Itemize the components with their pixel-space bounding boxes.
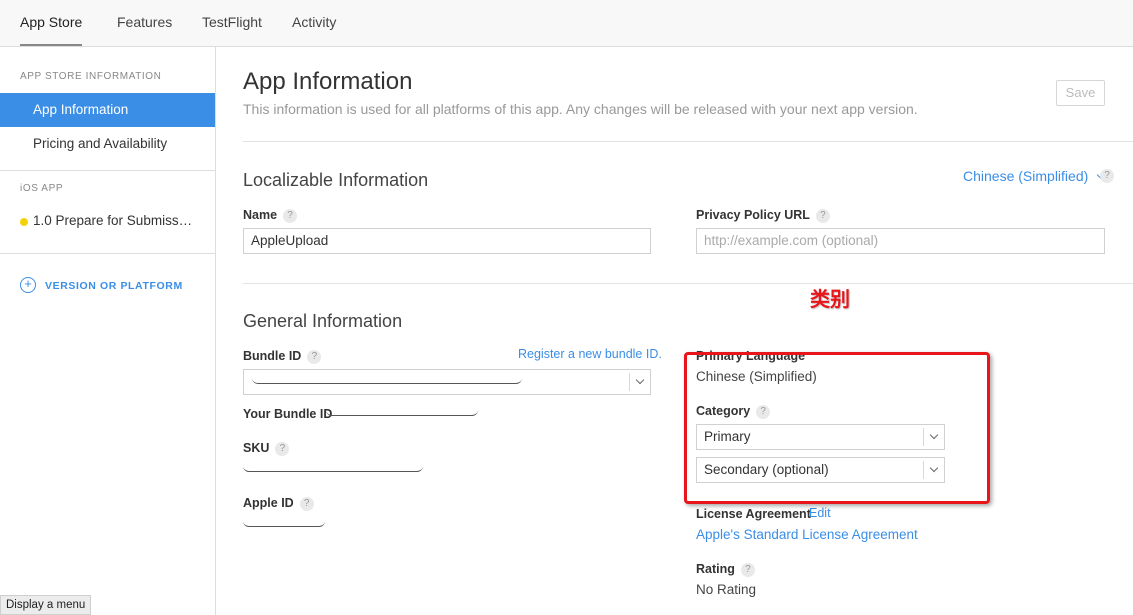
redacted-value	[243, 521, 325, 527]
privacy-url-input[interactable]: http://example.com (optional)	[696, 228, 1105, 254]
annotation-label: 类别	[810, 289, 850, 311]
question-icon[interactable]: ?	[283, 209, 298, 223]
question-icon[interactable]: ?	[740, 563, 755, 577]
redacted-value	[252, 378, 522, 384]
question-icon[interactable]: ?	[275, 442, 290, 456]
tab-activity[interactable]: Activity	[292, 14, 336, 30]
tab-app-store[interactable]: App Store	[20, 14, 82, 30]
section-divider	[243, 283, 1133, 284]
plus-circle-icon: +	[20, 277, 36, 293]
register-bundle-link[interactable]: Register a new bundle ID.	[518, 347, 662, 361]
tab-features[interactable]: Features	[117, 14, 172, 30]
question-icon[interactable]: ?	[815, 209, 830, 223]
privacy-url-label: Privacy Policy URL?	[696, 208, 830, 223]
annotation-highlight-box	[684, 352, 990, 504]
your-bundle-id-label: Your Bundle ID	[243, 407, 333, 421]
page-title: App Information	[243, 68, 413, 95]
bundle-id-select[interactable]	[243, 369, 651, 395]
rating-value: No Rating	[696, 582, 757, 597]
page-subtitle: This information is used for all platfor…	[243, 101, 918, 117]
tab-testflight[interactable]: TestFlight	[202, 14, 262, 30]
language-selector-label: Chinese (Simplified)	[963, 168, 1089, 184]
bundle-id-label: Bundle ID?	[243, 349, 322, 364]
sidebar-item-app-information[interactable]: App Information	[0, 93, 215, 127]
sidebar-divider	[0, 253, 215, 254]
name-label: Name?	[243, 208, 298, 223]
question-icon[interactable]: ?	[307, 350, 322, 364]
redacted-value	[243, 466, 423, 472]
save-button[interactable]: Save	[1056, 80, 1105, 106]
general-section-title: General Information	[243, 311, 403, 331]
sidebar: APP STORE INFORMATION App Information Pr…	[0, 47, 216, 615]
redacted-value	[326, 410, 478, 416]
apple-id-label: Apple ID?	[243, 496, 314, 511]
tooltip: Display a menu	[0, 595, 92, 615]
rating-label: Rating?	[696, 562, 755, 577]
license-edit-link[interactable]: Edit	[809, 506, 831, 520]
sku-label: SKU?	[243, 441, 290, 456]
sidebar-heading-app-store-info: APP STORE INFORMATION	[20, 71, 162, 82]
sidebar-heading-ios-app: iOS APP	[20, 183, 64, 194]
sidebar-item-version[interactable]: 1.0 Prepare for Submiss…	[0, 204, 215, 238]
license-agreement-link[interactable]: Apple's Standard License Agreement	[696, 527, 918, 542]
sidebar-item-pricing[interactable]: Pricing and Availability	[0, 127, 215, 161]
question-icon[interactable]: ?	[299, 497, 314, 511]
name-input[interactable]: AppleUpload	[243, 228, 651, 254]
sidebar-divider	[0, 170, 215, 171]
dropdown-toggle	[629, 373, 650, 391]
language-selector[interactable]: Chinese (Simplified)	[963, 168, 1106, 184]
question-icon[interactable]: ?	[1100, 169, 1114, 183]
license-label: License Agreement	[696, 507, 811, 521]
localizable-section-title: Localizable Information	[243, 170, 429, 190]
add-version-label: VERSION OR PLATFORM	[45, 280, 183, 292]
active-tab-indicator	[20, 44, 82, 46]
top-nav: App Store Features TestFlight Activity	[0, 0, 1133, 47]
chevron-down-icon	[635, 375, 645, 385]
section-divider	[243, 141, 1133, 142]
